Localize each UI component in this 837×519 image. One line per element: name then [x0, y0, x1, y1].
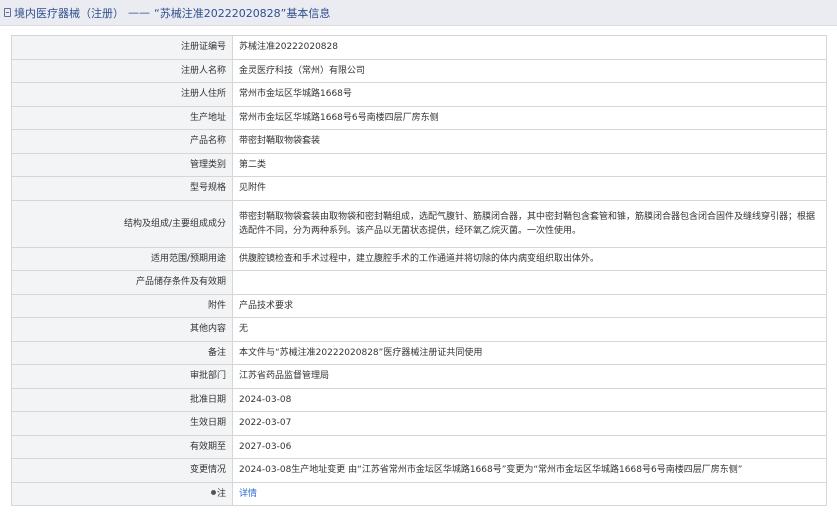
row-value: 2022-03-07 — [232, 411, 827, 436]
row-value: 见附件 — [232, 176, 827, 201]
device-info-table: 注册证编号 苏械注准20222020828 注册人名称 金灵医疗科技（常州）有限… — [11, 35, 827, 506]
row-label: 结构及组成/主要组成成分 — [11, 199, 233, 248]
table-row: 产品名称 带密封鞘取物袋套装 — [11, 129, 827, 154]
row-label: 产品储存条件及有效期 — [11, 270, 233, 295]
table-row: 注册证编号 苏械注准20222020828 — [11, 35, 827, 60]
row-value: 本文件与“苏械注准20222020828”医疗器械注册证共同使用 — [232, 340, 827, 365]
table-row: 适用范围/预期用途 供腹腔镜检查和手术过程中，建立腹腔手术的工作通道并将切除的体… — [11, 246, 827, 271]
table-row: 变更情况 2024-03-08生产地址变更 由“江苏省常州市金坛区华城路1668… — [11, 458, 827, 483]
row-label: 生效日期 — [11, 411, 233, 436]
row-label: 型号规格 — [11, 176, 233, 201]
table-row: 结构及组成/主要组成成分 带密封鞘取物袋套装由取物袋和密封鞘组成，选配气腹针、筋… — [11, 199, 827, 248]
document-icon — [4, 8, 11, 17]
table-row: 有效期至 2027-03-06 — [11, 434, 827, 459]
note-label-cell: 注 — [11, 481, 233, 506]
row-label: 附件 — [11, 293, 233, 318]
row-value: 无 — [232, 317, 827, 342]
table-row: 生产地址 常州市金坛区华城路1668号6号南楼四层厂房东侧 — [11, 105, 827, 130]
row-value: 带密封鞘取物袋套装 — [232, 129, 827, 154]
row-label: 生产地址 — [11, 105, 233, 130]
row-label: 变更情况 — [11, 458, 233, 483]
table-row: 审批部门 江苏省药品监督管理局 — [11, 364, 827, 389]
row-value: 第二类 — [232, 152, 827, 177]
row-label: 注册人名称 — [11, 58, 233, 83]
table-row: 生效日期 2022-03-07 — [11, 411, 827, 436]
header-record: “苏械注准20222020828” — [154, 6, 287, 20]
row-value: 2024-03-08生产地址变更 由“江苏省常州市金坛区华城路1668号”变更为… — [232, 458, 827, 483]
row-value: 2024-03-08 — [232, 387, 827, 412]
row-label: 其他内容 — [11, 317, 233, 342]
table-row: 批准日期 2024-03-08 — [11, 387, 827, 412]
row-value: 2027-03-06 — [232, 434, 827, 459]
row-label: 适用范围/预期用途 — [11, 246, 233, 271]
row-value: 常州市金坛区华城路1668号 — [232, 82, 827, 107]
row-label: 批准日期 — [11, 387, 233, 412]
row-value — [232, 270, 827, 295]
row-label: 审批部门 — [11, 364, 233, 389]
row-value: 供腹腔镜检查和手术过程中，建立腹腔手术的工作通道并将切除的体内病变组织取出体外。 — [232, 246, 827, 271]
table-row: 产品储存条件及有效期 — [11, 270, 827, 295]
note-label: 注 — [216, 488, 226, 499]
row-label: 注册证编号 — [11, 35, 233, 60]
row-value: 带密封鞘取物袋套装由取物袋和密封鞘组成，选配气腹针、筋膜闭合器，其中密封鞘包含套… — [232, 199, 827, 248]
row-value: 苏械注准20222020828 — [232, 35, 827, 60]
table-row: 注册人住所 常州市金坛区华城路1668号 — [11, 82, 827, 107]
row-value: 金灵医疗科技（常州）有限公司 — [232, 58, 827, 83]
table-row: 管理类别 第二类 — [11, 152, 827, 177]
table-row: 备注 本文件与“苏械注准20222020828”医疗器械注册证共同使用 — [11, 340, 827, 365]
table-row: 其他内容 无 — [11, 317, 827, 342]
table-row: 注册人名称 金灵医疗科技（常州）有限公司 — [11, 58, 827, 83]
row-value: 产品技术要求 — [232, 293, 827, 318]
row-label: 产品名称 — [11, 129, 233, 154]
row-value: 常州市金坛区华城路1668号6号南楼四层厂房东侧 — [232, 105, 827, 130]
header-separator: —— — [128, 6, 150, 19]
row-label: 注册人住所 — [11, 82, 233, 107]
details-link[interactable]: 详情 — [239, 489, 257, 499]
page-header: 境内医疗器械（注册） —— “苏械注准20222020828” 基本信息 — [0, 0, 837, 26]
table-row: 附件 产品技术要求 — [11, 293, 827, 318]
table-row-note: 注 详情 — [11, 481, 827, 506]
table-row: 型号规格 见附件 — [11, 176, 827, 201]
row-label: 有效期至 — [11, 434, 233, 459]
header-category: 境内医疗器械（注册） — [14, 6, 124, 20]
row-value: 江苏省药品监督管理局 — [232, 364, 827, 389]
row-label: 管理类别 — [11, 152, 233, 177]
note-value-cell: 详情 — [232, 481, 827, 506]
info-dot-icon — [210, 489, 216, 495]
header-suffix: 基本信息 — [286, 6, 331, 20]
row-label: 备注 — [11, 340, 233, 365]
